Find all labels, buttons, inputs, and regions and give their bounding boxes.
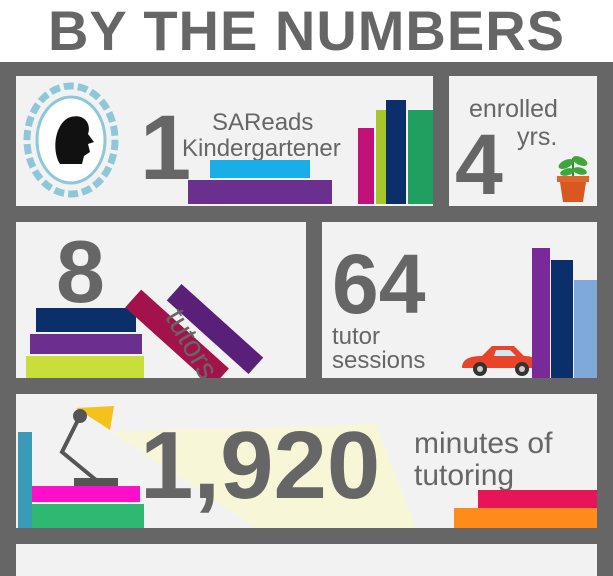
kindergartener-label-line1: SAReads	[212, 109, 314, 136]
book-yellow-green-stack	[26, 356, 144, 378]
page-title: BY THE NUMBERS	[47, 0, 565, 62]
minutes-cell: 1,920 minutes of tutoring	[16, 394, 597, 528]
desk-lamp-icon	[36, 394, 146, 486]
book-purple-tall	[532, 248, 550, 378]
tutors-number: 8	[56, 222, 105, 321]
book-navy-tall	[551, 260, 573, 378]
enrolled-cell: enrolled 4 yrs.	[449, 76, 597, 206]
book-crimson-flat	[478, 490, 597, 508]
kindergartener-cell: 1 SAReads Kindergartener	[16, 76, 433, 206]
kindergartener-label-line2: Kindergartener	[182, 135, 341, 162]
book-navy	[386, 100, 406, 204]
book-teal-upright	[18, 432, 32, 528]
book-orange-flat	[454, 508, 597, 528]
potted-plant-icon	[553, 150, 593, 204]
book-lime	[376, 110, 386, 204]
sessions-cell: 64 tutor sessions	[322, 222, 597, 378]
book-sky	[210, 160, 310, 178]
minutes-number: 1,920	[140, 412, 381, 519]
book-magenta	[358, 128, 374, 204]
empty-shelf-cell	[16, 544, 597, 576]
book-pink	[32, 486, 140, 502]
book-purple-flat	[188, 180, 332, 204]
tutors-cell: 8 tutors	[16, 222, 306, 378]
book-purple-stack	[30, 334, 142, 354]
bookshelf: 1 SAReads Kindergartener enrolled 4 yrs.	[0, 62, 613, 576]
minutes-label-line1: minutes of	[414, 427, 553, 460]
silhouette-cameo-icon	[22, 82, 120, 198]
enrolled-years-label: yrs.	[517, 123, 558, 151]
book-green-flat	[32, 504, 144, 528]
book-navy-stack	[36, 308, 136, 332]
car-icon	[458, 342, 542, 378]
sessions-label-line2: sessions	[332, 347, 426, 374]
book-light-blue-tall	[574, 280, 597, 378]
sessions-label-line1: tutor	[332, 323, 381, 350]
minutes-label-line2: tutoring	[414, 459, 515, 492]
enrolled-number: 4	[455, 117, 503, 206]
sessions-number: 64	[332, 237, 426, 331]
book-green	[408, 110, 433, 204]
